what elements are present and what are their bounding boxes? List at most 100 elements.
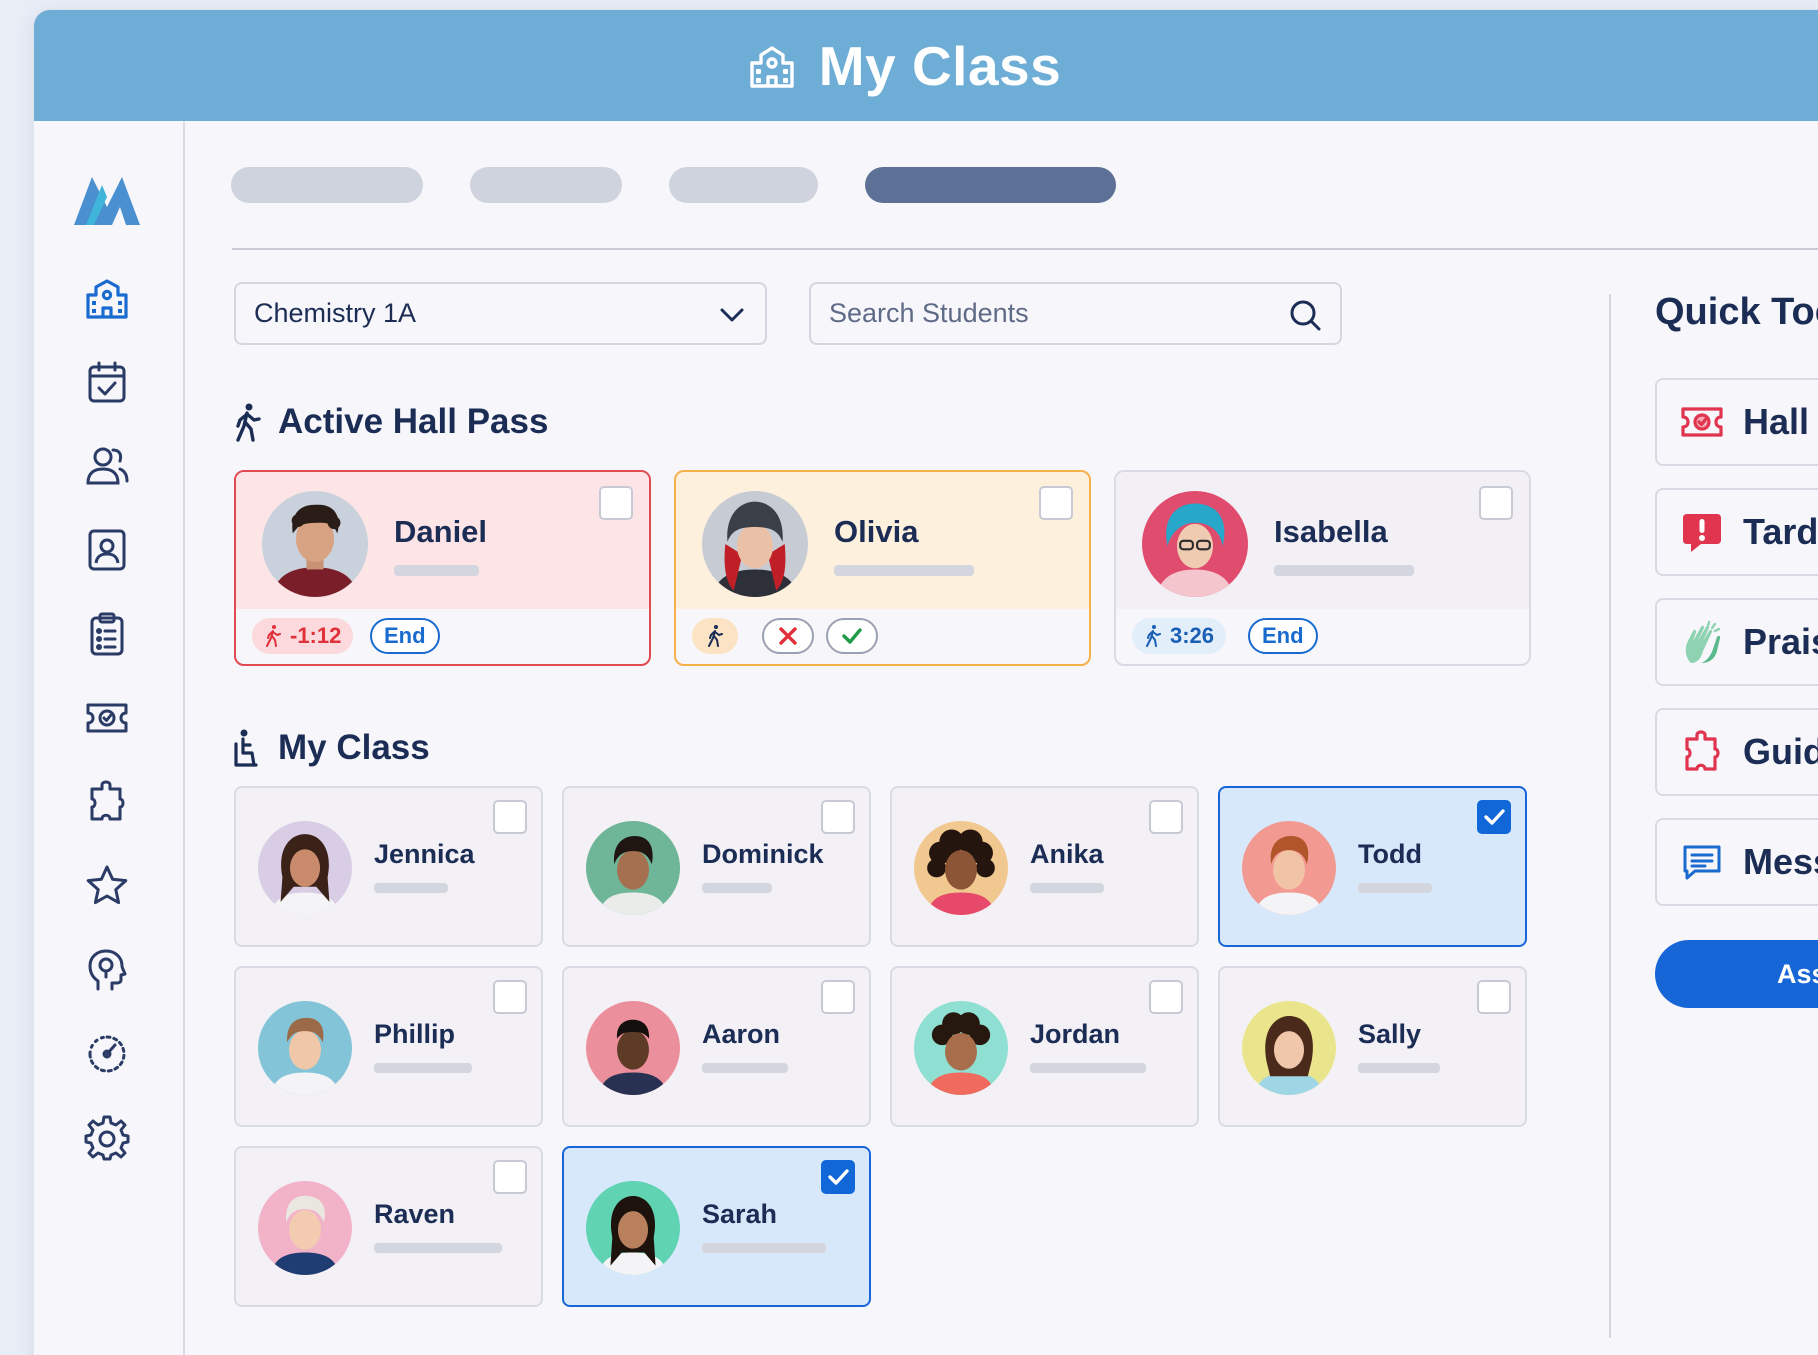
sidebar-item-students[interactable] bbox=[84, 443, 130, 489]
tab-3[interactable] bbox=[669, 167, 818, 203]
hall-pass-tool-button[interactable]: Hall Pa bbox=[1655, 378, 1818, 466]
student-card[interactable]: Dominick bbox=[562, 786, 871, 947]
tab-divider bbox=[232, 248, 1818, 250]
placeholder-bar bbox=[1274, 565, 1414, 576]
student-card[interactable]: Aaron bbox=[562, 966, 871, 1127]
check-icon bbox=[1484, 809, 1505, 825]
sidebar-item-favorites[interactable] bbox=[84, 863, 130, 909]
hall-pass-card[interactable]: Isabella 3:26 End bbox=[1114, 470, 1531, 666]
student-name: Sally bbox=[1358, 1019, 1422, 1049]
hall-pass-card[interactable]: Olivia bbox=[674, 470, 1091, 666]
student-card[interactable]: Raven bbox=[234, 1146, 543, 1307]
student-card[interactable]: Sally bbox=[1218, 966, 1527, 1127]
student-name: Dominick bbox=[702, 839, 824, 869]
class-select[interactable]: Chemistry 1A bbox=[234, 282, 767, 345]
select-checkbox[interactable] bbox=[1039, 486, 1073, 520]
select-checkbox[interactable] bbox=[493, 980, 527, 1014]
placeholder-bar bbox=[1030, 1063, 1146, 1073]
sidebar-item-wellness[interactable] bbox=[84, 947, 130, 993]
select-checkbox[interactable] bbox=[821, 1160, 855, 1194]
student-card[interactable]: Anika bbox=[890, 786, 1199, 947]
placeholder-bar bbox=[702, 1243, 826, 1253]
hall-pass-card[interactable]: Daniel -1:12 End bbox=[234, 470, 651, 666]
tab-1[interactable] bbox=[231, 167, 423, 203]
class-select-value: Chemistry 1A bbox=[254, 298, 417, 328]
student-card[interactable]: Jordan bbox=[890, 966, 1199, 1127]
student-card[interactable]: Todd bbox=[1218, 786, 1527, 947]
select-checkbox[interactable] bbox=[1477, 800, 1511, 834]
pass-timer-badge: -1:12 bbox=[252, 618, 354, 654]
sidebar-item-profile[interactable] bbox=[84, 527, 130, 573]
select-checkbox[interactable] bbox=[1149, 980, 1183, 1014]
clipboard-icon bbox=[90, 612, 124, 656]
student-name: Todd bbox=[1358, 839, 1422, 869]
alert-icon bbox=[1683, 514, 1721, 552]
end-pass-button[interactable]: End bbox=[370, 618, 440, 654]
sidebar-item-passes[interactable] bbox=[84, 695, 130, 741]
chevron-down-icon bbox=[720, 308, 744, 322]
school-icon bbox=[86, 279, 128, 319]
student-name: Jordan bbox=[1030, 1019, 1121, 1049]
assign-button[interactable]: Assign bbox=[1655, 940, 1818, 1008]
message-icon bbox=[1683, 845, 1721, 880]
select-checkbox[interactable] bbox=[821, 980, 855, 1014]
placeholder-bar bbox=[394, 565, 479, 576]
end-pass-button[interactable]: End bbox=[1248, 618, 1318, 654]
logo-icon bbox=[74, 177, 140, 225]
id-card-icon bbox=[88, 529, 126, 571]
placeholder-bar bbox=[1358, 1063, 1440, 1073]
title-bar: My Class bbox=[34, 10, 1818, 121]
pass-timer-badge: 3:26 bbox=[1132, 618, 1227, 654]
select-checkbox[interactable] bbox=[493, 1160, 527, 1194]
avatar bbox=[702, 491, 808, 597]
student-card[interactable]: Sarah bbox=[562, 1146, 871, 1307]
users-icon bbox=[86, 447, 129, 485]
search-icon[interactable] bbox=[1288, 298, 1322, 332]
search-input[interactable] bbox=[829, 298, 1269, 329]
avatar bbox=[258, 1001, 352, 1095]
avatar bbox=[586, 1001, 680, 1095]
select-checkbox[interactable] bbox=[1477, 980, 1511, 1014]
gauge-icon bbox=[88, 1035, 126, 1073]
avatar bbox=[258, 1181, 352, 1275]
school-icon bbox=[750, 45, 794, 88]
tab-2[interactable] bbox=[470, 167, 622, 203]
head-icon bbox=[88, 949, 127, 991]
placeholder-bar bbox=[374, 1063, 472, 1073]
deny-pass-button[interactable] bbox=[762, 618, 814, 654]
walking-icon bbox=[236, 403, 261, 442]
sidebar-item-calendar[interactable] bbox=[84, 359, 130, 405]
student-name: Phillip bbox=[374, 1019, 455, 1049]
sidebar-item-guidance[interactable] bbox=[84, 779, 130, 825]
message-tool-button[interactable]: Messa bbox=[1655, 818, 1818, 906]
sidebar-item-settings[interactable] bbox=[84, 1115, 130, 1161]
select-checkbox[interactable] bbox=[1149, 800, 1183, 834]
select-checkbox[interactable] bbox=[821, 800, 855, 834]
select-checkbox[interactable] bbox=[599, 486, 633, 520]
student-name: Daniel bbox=[394, 514, 488, 549]
student-name: Raven bbox=[374, 1199, 456, 1229]
praise-tool-button[interactable]: Praise bbox=[1655, 598, 1818, 686]
avatar bbox=[914, 1001, 1008, 1095]
walking-icon bbox=[1146, 625, 1161, 647]
guidance-tool-button[interactable]: Guidar bbox=[1655, 708, 1818, 796]
avatar bbox=[1142, 491, 1248, 597]
puzzle-icon bbox=[1685, 730, 1720, 771]
tardy-tool-button[interactable]: Tardy bbox=[1655, 488, 1818, 576]
ticket-icon bbox=[86, 703, 128, 733]
placeholder-bar bbox=[374, 1243, 502, 1253]
sidebar-item-class[interactable] bbox=[84, 275, 130, 321]
select-checkbox[interactable] bbox=[493, 800, 527, 834]
walking-icon bbox=[708, 625, 723, 647]
placeholder-bar bbox=[1030, 883, 1104, 893]
student-name: Jennica bbox=[374, 839, 475, 869]
approve-pass-button[interactable] bbox=[826, 618, 878, 654]
placeholder-bar bbox=[834, 565, 974, 576]
sidebar-item-reports[interactable] bbox=[84, 1031, 130, 1077]
tab-4-active[interactable] bbox=[865, 167, 1116, 203]
student-card[interactable]: Phillip bbox=[234, 966, 543, 1127]
student-card[interactable]: Jennica bbox=[234, 786, 543, 947]
sidebar-item-assignments[interactable] bbox=[84, 611, 130, 657]
placeholder-bar bbox=[702, 883, 772, 893]
select-checkbox[interactable] bbox=[1479, 486, 1513, 520]
